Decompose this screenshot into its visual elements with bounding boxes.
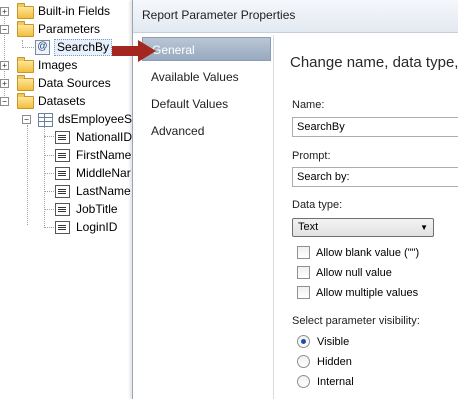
tree-node-dataset[interactable]: − dsEmployeeSe xyxy=(0,110,140,128)
folder-icon xyxy=(17,57,34,73)
allow-null-label: Allow null value xyxy=(316,267,392,279)
field-icon xyxy=(55,203,70,216)
folder-icon xyxy=(17,93,34,109)
tree-node-data-sources[interactable]: + Data Sources xyxy=(0,74,140,92)
radio-button[interactable] xyxy=(297,375,310,388)
visibility-label: Select parameter visibility: xyxy=(292,315,420,327)
tree-node-field[interactable]: JobTitle xyxy=(0,200,140,218)
tree-node-field[interactable]: FirstName xyxy=(0,146,140,164)
field-icon xyxy=(55,167,70,180)
expand-icon[interactable]: + xyxy=(0,7,9,16)
folder-icon xyxy=(17,21,34,37)
tree-node-label: Datasets xyxy=(38,94,86,108)
checkbox-box[interactable] xyxy=(297,286,310,299)
annotation-arrow-icon xyxy=(112,40,156,62)
tree-node-label: Built-in Fields xyxy=(38,4,111,18)
tree-node-field[interactable]: MiddleNar xyxy=(0,164,140,182)
tree-node-label: NationalID xyxy=(76,130,133,144)
expand-icon[interactable]: + xyxy=(0,79,9,88)
dataset-icon xyxy=(38,113,53,127)
general-page: Change name, data type, Name: SearchBy P… xyxy=(283,35,458,399)
field-icon xyxy=(55,185,70,198)
collapse-icon[interactable]: − xyxy=(22,115,31,124)
tree-node-label: Data Sources xyxy=(38,76,111,90)
nav-item-default-values[interactable]: Default Values xyxy=(142,92,271,116)
allow-blank-label: Allow blank value ("") xyxy=(316,247,420,259)
collapse-icon[interactable]: − xyxy=(0,25,9,34)
collapse-icon[interactable]: − xyxy=(0,97,9,106)
tree-node-builtin-fields[interactable]: + Built-in Fields xyxy=(0,2,140,20)
dialog-title: Report Parameter Properties xyxy=(142,8,296,22)
folder-icon xyxy=(17,75,34,91)
nav-item-advanced[interactable]: Advanced xyxy=(142,119,271,143)
tree-node-field[interactable]: LoginID xyxy=(0,218,140,236)
report-parameter-properties-dialog: Report Parameter Properties General Avai… xyxy=(132,0,458,399)
dropdown-arrow-icon: ▼ xyxy=(420,223,428,232)
field-icon xyxy=(55,221,70,234)
dialog-nav-pane: General Available Values Default Values … xyxy=(142,35,274,399)
radio-button[interactable] xyxy=(297,335,310,348)
prompt-field[interactable]: Search by: xyxy=(292,167,458,187)
field-icon xyxy=(55,131,70,144)
nav-item-available-values[interactable]: Available Values xyxy=(142,65,271,89)
tree-node-label: Images xyxy=(38,58,78,72)
folder-icon xyxy=(17,3,34,19)
radio-label: Internal xyxy=(317,376,354,388)
page-heading: Change name, data type, xyxy=(290,54,458,71)
checkbox-box[interactable] xyxy=(297,266,310,279)
name-field[interactable]: SearchBy xyxy=(292,117,458,137)
radio-button[interactable] xyxy=(297,355,310,368)
dialog-titlebar[interactable]: Report Parameter Properties xyxy=(133,0,458,33)
expand-icon[interactable]: + xyxy=(0,61,9,70)
data-type-label: Data type: xyxy=(292,199,343,211)
field-icon xyxy=(55,149,70,162)
data-type-select[interactable]: Text ▼ xyxy=(292,218,434,237)
prompt-label: Prompt: xyxy=(292,150,331,162)
name-label: Name: xyxy=(292,99,325,111)
nav-item-general[interactable]: General xyxy=(142,37,271,61)
tree-node-field[interactable]: NationalID xyxy=(0,128,140,146)
tree-node-label: dsEmployeeSe xyxy=(58,112,139,126)
allow-multiple-label: Allow multiple values xyxy=(316,287,419,299)
radio-label: Visible xyxy=(317,336,350,348)
tree-node-datasets[interactable]: − Datasets xyxy=(0,92,140,110)
tree-node-label: LastName xyxy=(76,184,131,198)
parameter-icon: @ xyxy=(35,40,50,55)
tree-node-label: LoginID xyxy=(76,220,118,234)
tree-node-label: FirstName xyxy=(76,148,132,162)
tree-node-label: SearchBy xyxy=(54,39,113,56)
tree-node-field[interactable]: LastName xyxy=(0,182,140,200)
radio-label: Hidden xyxy=(317,356,352,368)
tree-node-label: JobTitle xyxy=(76,202,118,216)
tree-node-label: Parameters xyxy=(38,22,101,36)
tree-node-label: MiddleNar xyxy=(76,166,131,180)
tree-node-parameters[interactable]: − Parameters xyxy=(0,20,140,38)
data-type-value: Text xyxy=(298,221,319,233)
checkbox-box[interactable] xyxy=(297,246,310,259)
